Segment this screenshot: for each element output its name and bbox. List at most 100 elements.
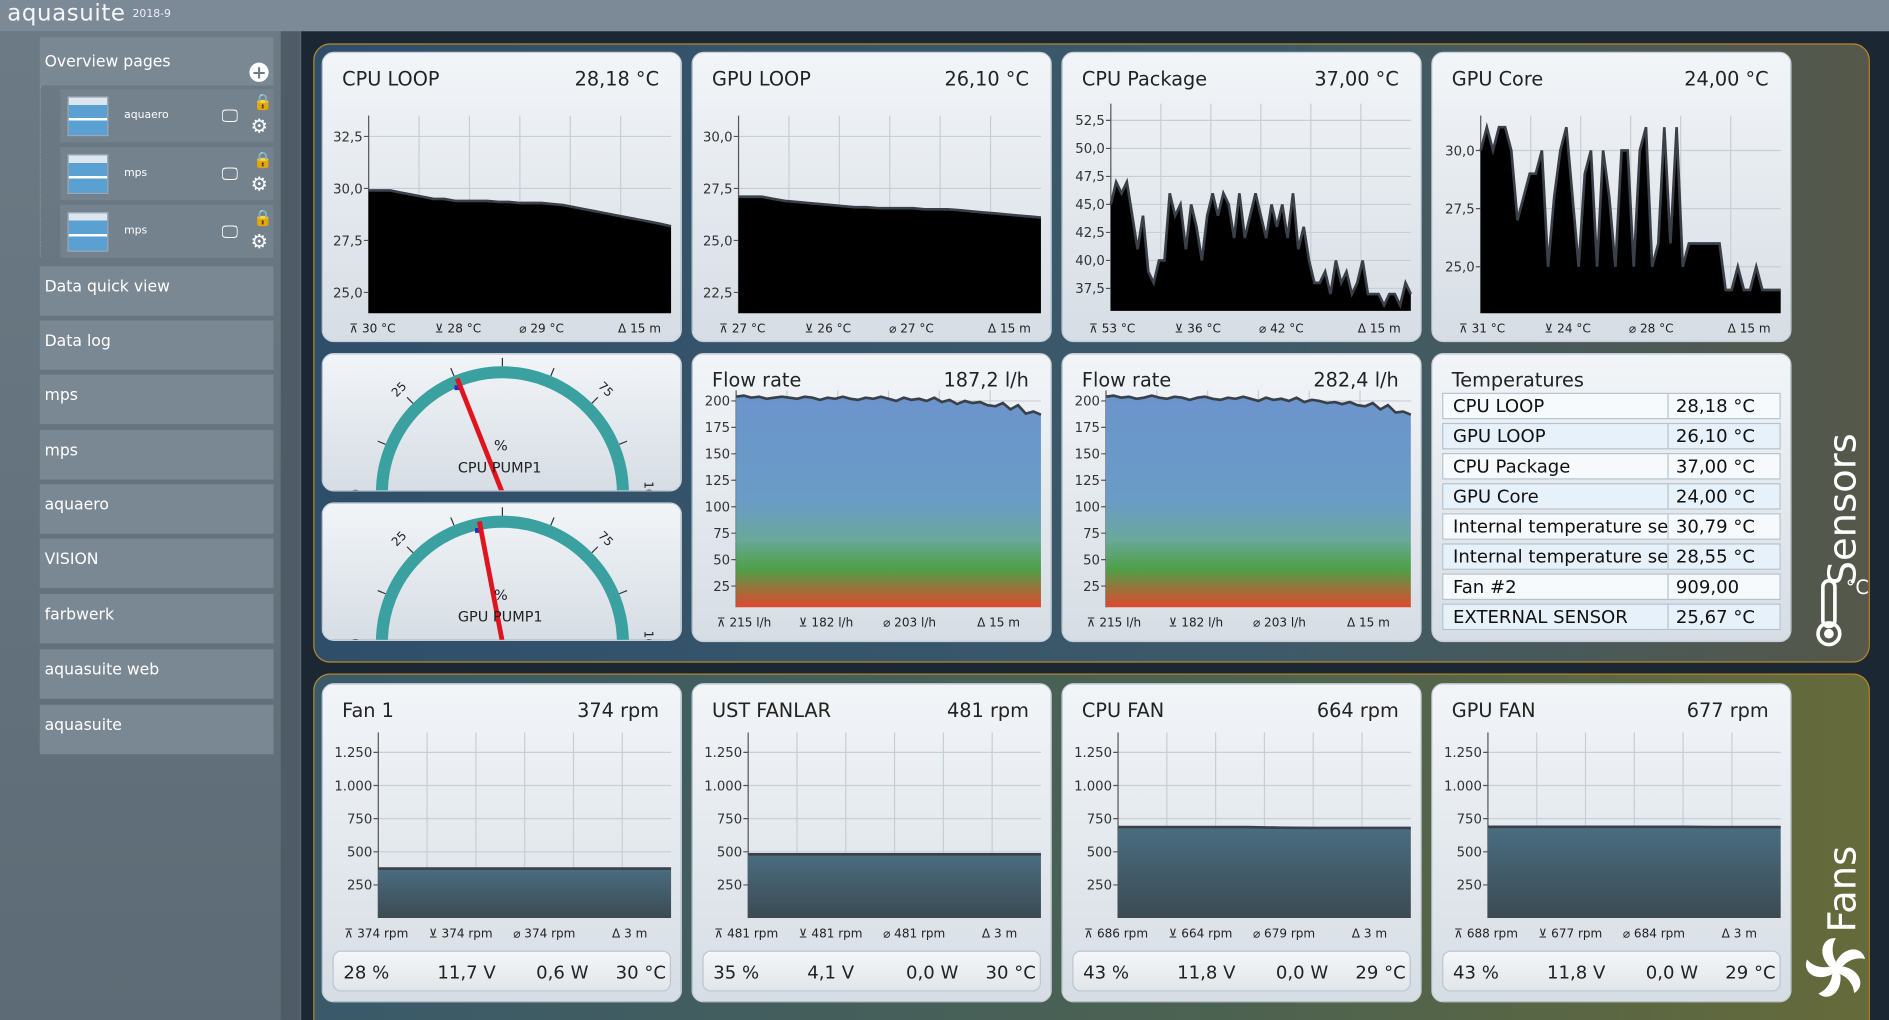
overview-pages-header[interactable]: Overview pages + [39,37,274,86]
lock-icon[interactable]: 🔒 [253,95,273,112]
flow-rate-card[interactable]: Flow rate 187,2 l/h 200 175 150 125 100 75 50 25 ⊼… [691,353,1052,643]
stat-avg-symbol: ⌀ [883,926,894,940]
y-tick-label: 25 [713,580,730,595]
row-value: 30,79 °C [1675,515,1756,538]
table-row[interactable]: Internal temperature sensor 28,55 °C [1442,543,1781,570]
y-tick-label: 100 [705,501,730,516]
stat-max-symbol: ⊼ [1459,322,1472,336]
fan-card-cpu-fan[interactable]: CPU FAN 664 rpm 1.250 1.000 750 500 250 ⊼ 686 r… [1061,683,1422,1003]
fan-watt: 0,6 W [536,961,589,984]
y-tick-label: 1.000 [1074,779,1112,794]
overview-page-item[interactable]: aquaero 🖵 🔒 ⚙ [60,89,274,143]
y-tick-label: 47,5 [1075,170,1105,185]
stat-max-value: 215 l/h [1099,615,1141,629]
y-tick-label: 200 [1075,395,1100,410]
series-area [748,854,1041,919]
y-tick-label: 37,5 [1075,282,1105,297]
y-tick-label: 25 [1083,580,1100,595]
y-tick-label: 1.000 [334,779,372,794]
fan-temp: 29 °C [1355,961,1406,984]
sidebar-item-farbwerk[interactable]: farbwerk [39,593,274,644]
table-row[interactable]: Internal temperature sensor 30,79 °C [1442,513,1781,540]
sidebar-item-vision[interactable]: VISION [39,538,274,588]
gauge-tick [591,546,599,554]
sensor-card-gpu-loop[interactable]: GPU LOOP 26,10 °C 30,0 27,5 25,0 22,5 ⊼ 27 °C ⊻… [691,51,1052,343]
monitor-icon[interactable]: 🖵 [222,224,238,241]
gear-icon[interactable]: ⚙ [251,232,268,251]
overview-page-item[interactable]: mps 🖵 🔒 ⚙ [60,204,274,258]
fan-card-gpu-fan[interactable]: GPU FAN 677 rpm 1.250 1.000 750 500 250 ⊼ 688 r… [1431,683,1792,1003]
row-name: Internal temperature sensor [1443,514,1669,539]
gauge-tick [550,367,555,377]
sidebar-scrollbar[interactable] [280,31,300,1020]
y-tick-label: 100 [1075,501,1100,516]
gauge-tick-label: 25 [389,379,410,400]
sensor-card-cpu-loop[interactable]: CPU LOOP 28,18 °C 32,5 30,0 27,5 25,0 ⊼ 30 °C ⊻… [321,51,682,343]
row-value: 28,55 °C [1675,545,1756,568]
monitor-icon[interactable]: 🖵 [222,108,238,125]
sidebar-item-aquasuite-web[interactable]: aquasuite web [39,649,274,699]
stat-span: Δ 15 m [977,615,1020,629]
overview-page-item[interactable]: mps 🖵 🔒 ⚙ [60,146,274,200]
y-tick-label: 750 [1457,812,1482,827]
pump-gauge-card[interactable]: 0255075100%CPU PUMP1 [321,353,682,492]
fan-card-ust-fanlar[interactable]: UST FANLAR 481 rpm 1.250 1.000 750 500 250 ⊼ 48… [691,683,1052,1003]
stat-span-value: 15 m [1359,615,1390,629]
stat-avg-symbol: ⌀ [519,322,530,336]
stat-max-value: 31 °C [1472,322,1506,336]
sidebar-item-mps[interactable]: mps [39,430,274,480]
table-row[interactable]: Fan #2909,00 rpm [1442,573,1781,619]
flow-rate-card[interactable]: Flow rate 282,4 l/h 200 175 150 125 100 75 50 25 ⊼… [1061,353,1422,643]
y-tick-label: 52,5 [1075,114,1105,129]
table-row[interactable]: EXTERNAL SENSOR 25,67 °C [1442,603,1781,631]
stat-min-symbol: ⊻ [805,322,818,336]
y-tick-label: 500 [347,846,372,861]
stat-span: Δ 3 m [1722,926,1757,940]
y-tick-label: 75 [1083,527,1100,542]
y-tick-label: 250 [717,879,742,894]
sidebar-item-aquaero[interactable]: aquaero [39,484,274,534]
table-row[interactable]: GPU LOOP 26,10 °C [1442,422,1781,450]
fan-watt: 0,0 W [1645,961,1699,984]
stat-span-value: 3 m [1734,926,1757,940]
sidebar-item-mps[interactable]: mps [39,374,274,425]
lock-icon[interactable]: 🔒 [253,152,273,170]
table-row[interactable]: CPU Package 37,00 °C [1442,453,1781,480]
y-tick-label: 27,5 [1445,202,1475,217]
page-label: aquaero [124,109,169,122]
stat-span-symbol: Δ [618,322,630,336]
stat-min-value: 664 rpm [1181,926,1232,940]
y-tick-label: 40,0 [1075,254,1105,269]
sidebar-item-aquasuite[interactable]: aquasuite [39,704,274,755]
fan-card-fan-1[interactable]: Fan 1 374 rpm 1.250 1.000 750 500 250 ⊼ 374 rpm… [321,683,682,1003]
fan-volt: 4,1 V [807,961,855,984]
sensor-card-cpu-package[interactable]: CPU Package 37,00 °C 52,5 50,0 47,5 45,0 42,5 4… [1061,51,1422,343]
page-label: mps [124,167,148,180]
table-row[interactable]: GPU Core 24,00 °C [1442,483,1781,510]
stat-avg-symbol: ⌀ [513,926,524,940]
stat-avg: ⌀ 203 l/h [1253,615,1306,629]
add-page-icon[interactable]: + [249,62,269,82]
stat-avg: ⌀ 374 rpm [513,926,575,940]
stat-max-symbol: ⊼ [349,322,362,336]
stat-max-symbol: ⊼ [345,926,358,940]
stat-min-value: 182 l/h [811,615,853,629]
stat-avg-symbol: ⌀ [883,615,894,629]
pump-gauge-card[interactable]: 0255075100%GPU PUMP1 [321,502,682,641]
stat-max: ⊼ 30 °C [349,322,395,336]
sidebar-item-data-quick-view[interactable]: Data quick view [39,266,274,316]
stat-span-symbol: Δ [1358,322,1370,336]
lock-icon[interactable]: 🔒 [253,210,273,228]
monitor-icon[interactable]: 🖵 [222,166,238,183]
gauge-name: GPU PUMP1 [457,608,543,626]
table-row[interactable]: CPU LOOP 28,18 °C [1442,392,1781,420]
stat-min: ⊻ 374 rpm [429,926,493,940]
y-tick-label: 250 [1087,879,1112,894]
temperatures-table-card[interactable]: Temperatures CPU LOOP 28,18 °C GPU LOOP 26,1… [1431,353,1792,643]
stat-min: ⊻ 182 l/h [1169,615,1223,629]
gear-icon[interactable]: ⚙ [251,116,268,135]
stat-max: ⊼ 27 °C [719,322,765,336]
sidebar-item-data-log[interactable]: Data log [39,320,274,370]
gear-icon[interactable]: ⚙ [251,174,268,193]
sensor-card-gpu-core[interactable]: GPU Core 24,00 °C 30,0 27,5 25,0 ⊼ 31 °C ⊻ 24 … [1431,51,1792,343]
